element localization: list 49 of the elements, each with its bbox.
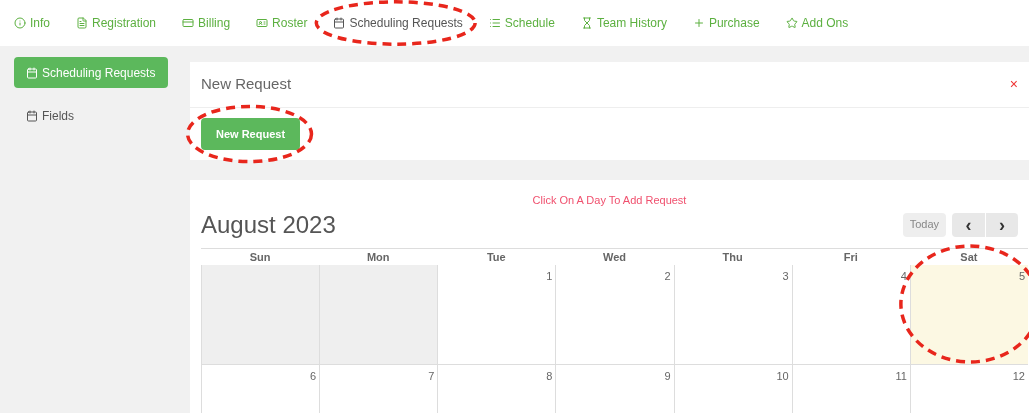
day-number: 11	[895, 368, 907, 384]
day-number: 9	[664, 368, 671, 384]
weekday-header: Tue	[485, 249, 507, 265]
day-number: 4	[900, 268, 907, 284]
hint-text: Click On A Day To Add Request	[532, 193, 687, 208]
panel-title: New Request	[201, 74, 292, 95]
day-cell[interactable]	[319, 264, 438, 365]
day-cell[interactable]: 2	[555, 264, 674, 365]
star-icon	[785, 17, 798, 29]
next-button[interactable]: ›	[985, 212, 1018, 237]
day-cell[interactable]: 10	[673, 364, 792, 413]
day-number: 6	[310, 368, 317, 384]
day-cell[interactable]: 3	[673, 264, 792, 365]
list-icon	[488, 17, 501, 29]
day-number: 1	[546, 268, 553, 284]
weekday-header: Mon	[365, 249, 391, 265]
document-icon	[76, 17, 88, 29]
credit-card-icon	[182, 17, 195, 29]
day-cell[interactable]: 1	[437, 264, 556, 365]
weekday-header: Sat	[959, 249, 979, 265]
weekday-header: Wed	[601, 249, 627, 265]
day-number: 8	[546, 368, 553, 384]
previous-button[interactable]: ‹	[952, 212, 985, 237]
month-title: August 2023	[201, 209, 336, 240]
info-icon	[14, 17, 26, 29]
day-cell[interactable]	[201, 264, 320, 365]
today-button[interactable]: Today	[902, 212, 946, 237]
day-number: 10	[776, 368, 789, 384]
close-button[interactable]: ×	[1009, 74, 1018, 95]
day-cell[interactable]: 12	[909, 364, 1028, 413]
day-number: 3	[782, 268, 789, 284]
calendar-icon	[333, 17, 346, 29]
weekday-header: Fri	[842, 249, 859, 265]
hourglass-icon	[580, 17, 593, 29]
day-number: 12	[1012, 368, 1025, 384]
weekday-header: Sun	[248, 249, 272, 265]
sidebar-item[interactable]: Fields	[14, 100, 168, 131]
day-cell[interactable]: 11	[791, 364, 910, 413]
weekday-header: Thu	[721, 249, 744, 265]
day-cell[interactable]: 9	[555, 364, 674, 413]
plus-icon	[692, 17, 705, 29]
day-number: 7	[428, 368, 435, 384]
day-cell[interactable]: 5	[909, 264, 1028, 365]
calendar-icon	[26, 66, 38, 79]
day-number: 5	[1018, 268, 1025, 284]
day-cell[interactable]: 4	[791, 264, 910, 365]
day-number: 2	[664, 268, 671, 284]
id-card-icon	[256, 17, 269, 29]
calendar-icon	[26, 109, 38, 122]
